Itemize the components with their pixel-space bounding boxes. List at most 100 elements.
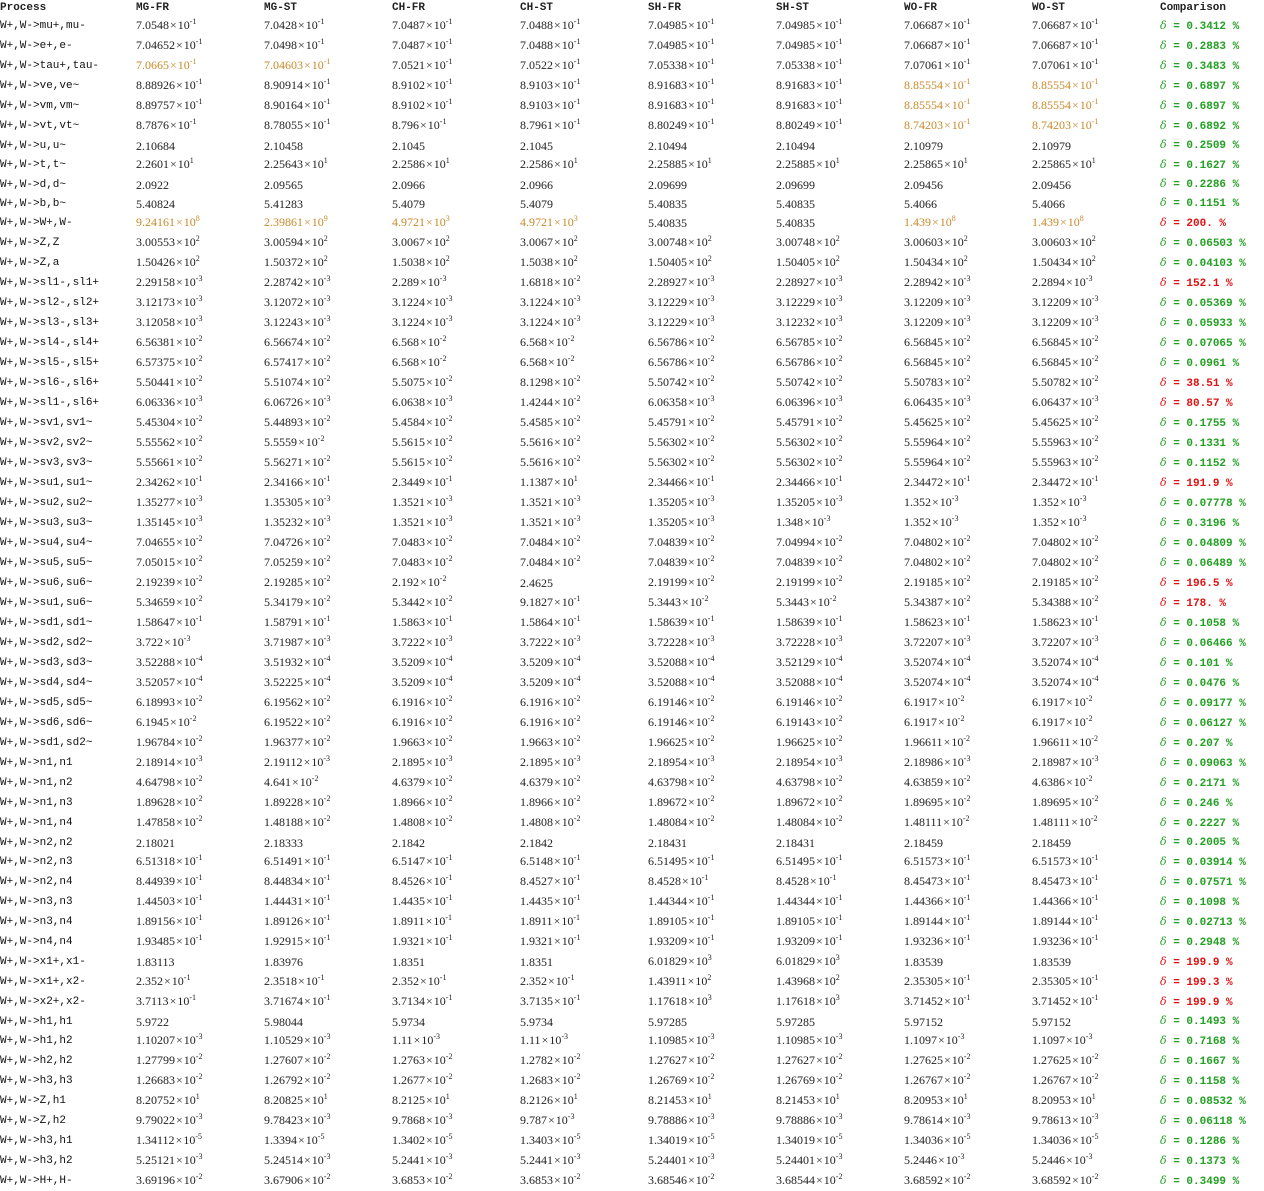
base: 10 (695, 954, 708, 968)
value-cell: 3.7113×10-1 (136, 992, 264, 1012)
exponent: -2 (707, 454, 715, 463)
value-cell: 3.5209×10-4 (520, 673, 648, 693)
base: 10 (311, 118, 324, 132)
table-row: W+,W->su4,su4~ 7.04655×10-2 7.04726×10-2 7.… (0, 533, 1264, 553)
mantissa: 3.7135 (520, 994, 553, 1008)
mantissa: 1.89695 (904, 795, 943, 809)
times-sign: × (304, 118, 311, 132)
header-row: Process MG-FR MG-ST CH-FR CH-ST SH-FR SH… (0, 0, 1264, 16)
comparison-cell: δ = 0.1493 % (1160, 1012, 1264, 1031)
comparison-cell: δ = 0.0476 % (1160, 673, 1264, 693)
times-sign: × (688, 495, 695, 509)
value-cell: 3.7222×10-3 (392, 633, 520, 653)
process-cell: W+,W->n2,n3 (0, 856, 73, 868)
exponent: -2 (573, 454, 581, 463)
mantissa: 3.00594 (264, 235, 303, 249)
mantissa: 5.2441 (392, 1153, 425, 1167)
value-cell: 3.68546×10-2 (648, 1171, 776, 1191)
mantissa: 5.56302 (776, 455, 815, 469)
base: 10 (299, 775, 312, 789)
exponent: -1 (323, 614, 331, 623)
base: 10 (433, 315, 446, 329)
value-cell: 6.51495×10-1 (776, 852, 904, 872)
times-sign: × (688, 934, 695, 948)
value-cell: 3.0067×102 (520, 233, 648, 253)
value-cell: 6.56786×10-2 (648, 333, 776, 353)
exponent: -2 (445, 434, 453, 443)
value-cell: 3.52288×10-4 (136, 653, 264, 673)
exponent: -1 (835, 933, 843, 942)
mantissa: 3.72207 (904, 635, 943, 649)
delta-symbol: δ (1160, 934, 1167, 948)
process-cell: W+,W->sl1-,sl6+ (0, 397, 100, 409)
exponent: -1 (835, 893, 843, 902)
value-cell: 5.55562×10-2 (136, 433, 264, 453)
value-cell: 4.641×10-2 (264, 773, 392, 793)
exponent: 8 (195, 214, 200, 223)
value-cell: 1.352×10-3 (904, 493, 1032, 513)
exponent: -2 (963, 774, 971, 783)
process-cell: W+,W->u,u~ (0, 139, 67, 152)
value-cell: 1.35232×10-3 (264, 513, 392, 533)
mantissa: 1.35277 (136, 495, 175, 509)
mantissa: 5.45304 (136, 415, 175, 429)
base: 10 (561, 375, 574, 389)
base: 10 (561, 615, 574, 629)
value-cell: 3.7135×10-1 (520, 992, 648, 1012)
delta-symbol: δ (1160, 575, 1167, 589)
process-cell: W+,W->sl5-,sl5+ (0, 357, 100, 369)
mantissa: 8.91683 (648, 98, 687, 112)
value-cell: 8.7876×10-1 (136, 116, 264, 136)
times-sign: × (426, 775, 433, 789)
exponent: -3 (445, 514, 453, 523)
base: 10 (823, 854, 836, 868)
base: 10 (183, 874, 196, 888)
mantissa: 4.641 (264, 775, 291, 789)
mantissa: 3.51932 (264, 655, 303, 669)
value-cell: 6.01829×103 (776, 952, 904, 972)
base: 10 (433, 18, 446, 32)
mantissa: 6.06358 (648, 395, 687, 409)
value-cell: 5.44893×10-2 (264, 413, 392, 433)
mantissa: 1.35232 (264, 515, 303, 529)
value-cell: 3.7222×10-3 (520, 633, 648, 653)
base: 10 (823, 275, 836, 289)
base: 10 (695, 395, 708, 409)
exponent: -2 (445, 594, 453, 603)
exponent: 2 (323, 234, 328, 243)
exponent: -4 (963, 674, 971, 683)
value-cell: 1.8911×10-1 (520, 912, 648, 932)
times-sign: × (816, 974, 823, 988)
exponent: 1 (189, 156, 194, 165)
mantissa: 8.4528 (776, 874, 809, 888)
base: 10 (695, 795, 708, 809)
delta-value: = 38.51 % (1166, 377, 1233, 390)
exponent: -2 (567, 334, 575, 343)
value-cell: 2.19239×10-2 (136, 573, 264, 593)
base: 10 (433, 515, 446, 529)
exponent: -2 (707, 694, 715, 703)
delta-symbol: δ (1160, 395, 1167, 409)
value-cell: 6.51573×10-1 (904, 852, 1032, 872)
times-sign: × (1066, 275, 1073, 289)
mantissa: 5.44893 (264, 415, 303, 429)
exponent: -2 (445, 734, 453, 743)
times-sign: × (688, 475, 695, 489)
process-cell: W+,W->e+,e- (0, 40, 73, 52)
base: 10 (561, 58, 574, 72)
base: 10 (311, 275, 324, 289)
times-sign: × (426, 435, 433, 449)
exponent: -3 (1091, 294, 1099, 303)
base: 10 (177, 118, 190, 132)
value-cell: 1.83539 (1032, 955, 1071, 969)
value-cell: 5.34659×10-2 (136, 593, 264, 613)
base: 10 (823, 974, 836, 988)
exponent: -1 (963, 973, 971, 982)
delta-value: = 0.2227 % (1166, 817, 1240, 830)
times-sign: × (554, 874, 561, 888)
mantissa: 1.5038 (520, 255, 553, 269)
process-cell: W+,W->tau+,tau- (0, 60, 100, 72)
exponent: -2 (445, 774, 453, 783)
value-cell: 2.28742×10-3 (264, 273, 392, 293)
exponent: -3 (323, 1112, 331, 1121)
